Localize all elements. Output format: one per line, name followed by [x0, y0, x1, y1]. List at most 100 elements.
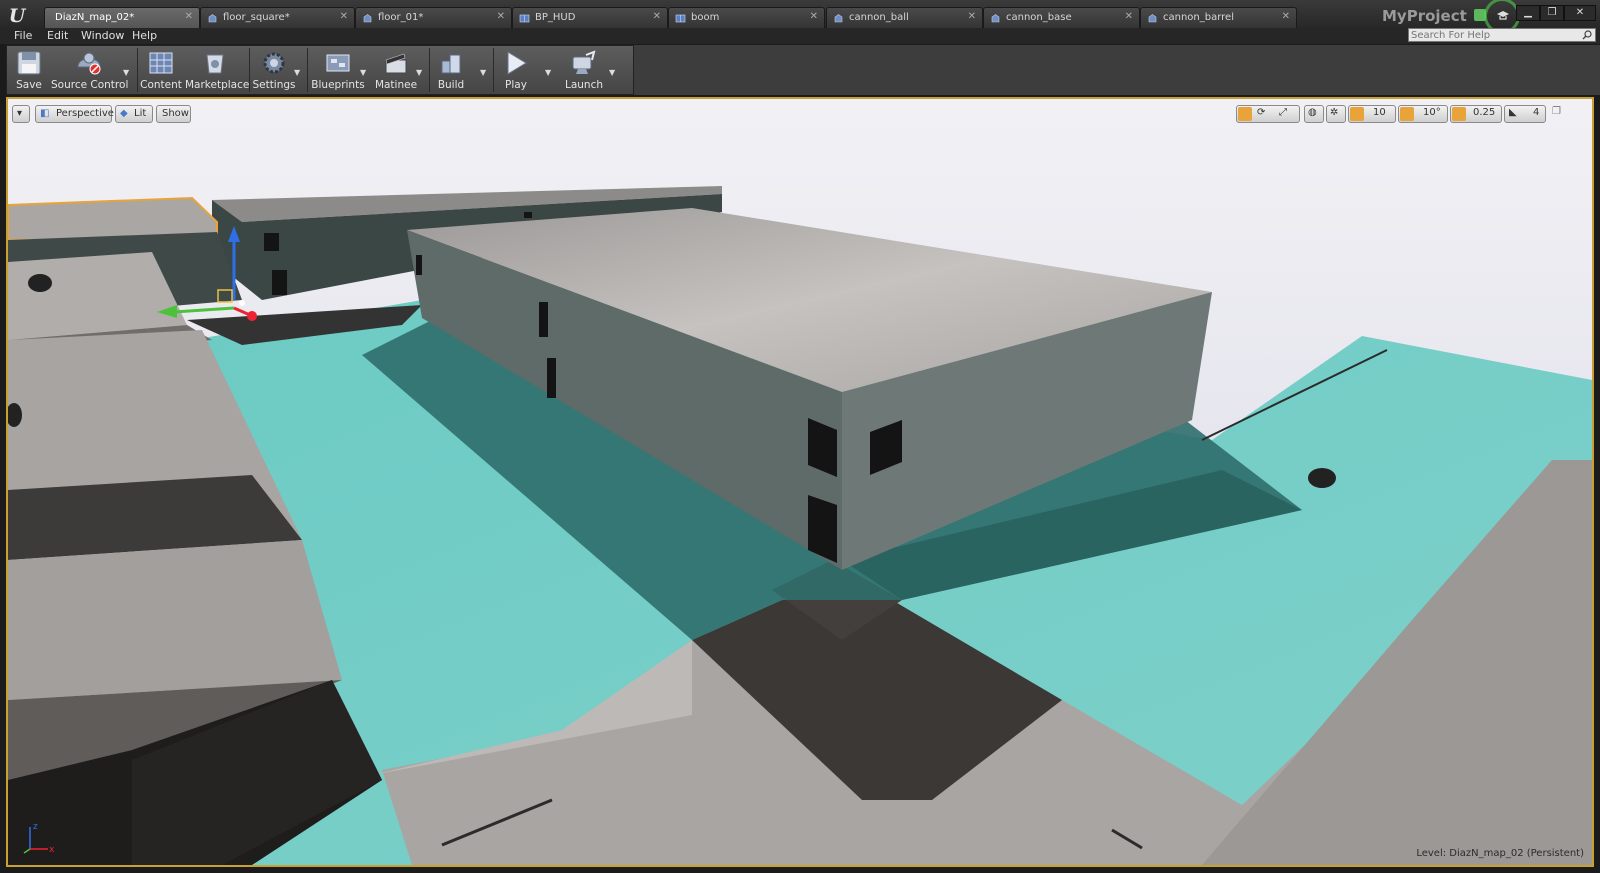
content-browser-icon	[149, 52, 173, 74]
matinee-label: Matinee	[374, 79, 418, 91]
content-label: Content	[140, 79, 182, 91]
menu-file[interactable]: File	[14, 29, 32, 42]
current-level-label: Level: DiazN_map_02 (Persistent)	[1416, 848, 1584, 859]
main-toolbar: Save Source Control ▼ Content Marketplac…	[6, 45, 634, 95]
matinee-dropdown-arrow[interactable]: ▼	[416, 68, 422, 77]
blueprint-icon	[519, 14, 530, 23]
build-label: Build	[437, 79, 465, 91]
project-name: MyProject	[1382, 7, 1467, 25]
matinee-icon	[385, 53, 407, 74]
show-button[interactable]: Show	[156, 105, 191, 123]
static-mesh-icon	[363, 14, 372, 23]
tab-diazn-map-02[interactable]: DiazN_map_02* ✕	[44, 7, 200, 29]
grid-snap-control[interactable]: 10	[1348, 105, 1396, 123]
source-control-dropdown-arrow[interactable]: ▼	[123, 68, 129, 77]
menu-help[interactable]: Help	[132, 29, 157, 42]
viewport-options-button[interactable]: ▾	[12, 105, 30, 123]
tab-cannon-ball[interactable]: cannon_ball ✕	[826, 7, 983, 29]
launch-button[interactable]: Launch	[559, 46, 609, 94]
content-button[interactable]: Content	[139, 46, 183, 94]
lit-label: Lit	[134, 108, 147, 119]
tab-floor-01[interactable]: floor_01* ✕	[355, 7, 512, 29]
tab-label: cannon_barrel	[1163, 12, 1234, 23]
lit-button[interactable]: ◆ Lit	[115, 105, 153, 123]
close-window-button[interactable]: ✕	[1564, 5, 1596, 21]
transform-mode-group[interactable]: ⟳ ⤢	[1236, 105, 1300, 123]
save-button[interactable]: Save	[9, 46, 49, 94]
scale-snap-icon[interactable]	[1452, 107, 1466, 121]
restore-button[interactable]: ❐	[1540, 5, 1564, 21]
close-icon[interactable]: ✕	[497, 11, 505, 22]
toolbar-separator	[429, 48, 430, 92]
close-icon[interactable]: ✕	[1282, 11, 1290, 22]
maximize-viewport-button[interactable]: ❐	[1550, 105, 1564, 123]
tab-label: BP_HUD	[535, 12, 576, 23]
blueprints-label: Blueprints	[311, 79, 365, 91]
play-dropdown-arrow[interactable]: ▼	[545, 68, 551, 77]
minimize-button[interactable]: ▁	[1516, 5, 1540, 21]
rotate-mode-icon[interactable]: ⟳	[1257, 107, 1265, 118]
scene-render[interactable]	[8, 99, 1592, 865]
translate-mode-icon[interactable]	[1238, 107, 1252, 121]
save-icon	[17, 51, 41, 75]
search-help-box[interactable]	[1408, 28, 1596, 42]
build-button[interactable]: Build	[431, 46, 471, 94]
toolbar-background	[634, 45, 1600, 95]
blueprints-dropdown-arrow[interactable]: ▼	[360, 68, 366, 77]
tab-bp-hud[interactable]: BP_HUD ✕	[512, 7, 668, 29]
close-icon[interactable]: ✕	[968, 11, 976, 22]
rotation-snap-value[interactable]: 10°	[1423, 107, 1441, 118]
toolbar-separator	[307, 48, 308, 92]
surface-snap-icon: ✲	[1330, 107, 1339, 118]
launch-dropdown-arrow[interactable]: ▼	[609, 68, 615, 77]
build-dropdown-arrow[interactable]: ▼	[480, 68, 486, 77]
camera-speed-value[interactable]: 4	[1533, 107, 1539, 118]
world-local-toggle[interactable]: ◍	[1304, 105, 1324, 123]
close-icon[interactable]: ✕	[653, 11, 661, 22]
settings-button[interactable]: Settings	[251, 46, 297, 94]
source-control-button[interactable]: Source Control	[51, 46, 128, 94]
search-icon[interactable]	[1582, 30, 1592, 40]
matinee-button[interactable]: Matinee	[373, 46, 419, 94]
tab-boom[interactable]: boom ✕	[668, 7, 825, 29]
cannon-sphere	[1308, 468, 1336, 488]
tab-floor-square[interactable]: floor_square* ✕	[200, 7, 355, 29]
tab-label: cannon_ball	[849, 12, 909, 23]
build-icon	[441, 54, 461, 74]
perspective-label: Perspective	[56, 108, 114, 119]
perspective-button[interactable]: ◧ Perspective	[35, 105, 114, 123]
play-icon	[507, 51, 527, 75]
rotation-snap-icon[interactable]	[1400, 107, 1414, 121]
grid-snap-icon[interactable]	[1350, 107, 1364, 121]
source-control-icon	[77, 52, 101, 75]
close-icon[interactable]: ✕	[810, 11, 818, 22]
close-icon[interactable]: ✕	[1125, 11, 1133, 22]
close-icon[interactable]: ✕	[185, 11, 193, 22]
search-input[interactable]	[1411, 29, 1571, 41]
tab-label: boom	[691, 12, 720, 23]
settings-dropdown-arrow[interactable]: ▼	[294, 68, 300, 77]
level-viewport[interactable]: ▾ ◧ Perspective ◆ Lit Show ⟳ ⤢ ◍ ✲ 10 10…	[6, 97, 1594, 867]
menu-edit[interactable]: Edit	[47, 29, 68, 42]
grid-snap-value[interactable]: 10	[1373, 107, 1386, 118]
play-button[interactable]: Play	[495, 46, 537, 94]
surface-snap-toggle[interactable]: ✲	[1326, 105, 1346, 123]
scale-snap-control[interactable]: 0.25	[1450, 105, 1502, 123]
blueprints-icon	[326, 54, 350, 72]
tab-cannon-base[interactable]: cannon_base ✕	[983, 7, 1140, 29]
toolbar-separator	[137, 48, 138, 92]
perspective-icon: ◧	[40, 108, 50, 119]
static-mesh-icon	[991, 14, 1000, 23]
camera-speed-control[interactable]: ◣ 4	[1504, 105, 1546, 123]
blueprints-button[interactable]: Blueprints	[309, 46, 367, 94]
scale-snap-value[interactable]: 0.25	[1473, 107, 1495, 118]
scale-mode-icon[interactable]: ⤢	[1279, 107, 1287, 118]
rotation-snap-control[interactable]: 10°	[1398, 105, 1448, 123]
axis-z-label: z	[33, 822, 38, 832]
tab-cannon-barrel[interactable]: cannon_barrel ✕	[1140, 7, 1297, 29]
marketplace-button[interactable]: Marketplace	[185, 46, 249, 94]
unreal-logo-icon[interactable]: U	[6, 5, 28, 27]
graduation-cap-icon[interactable]	[1496, 8, 1510, 22]
menu-window[interactable]: Window	[81, 29, 124, 42]
close-icon[interactable]: ✕	[340, 11, 348, 22]
